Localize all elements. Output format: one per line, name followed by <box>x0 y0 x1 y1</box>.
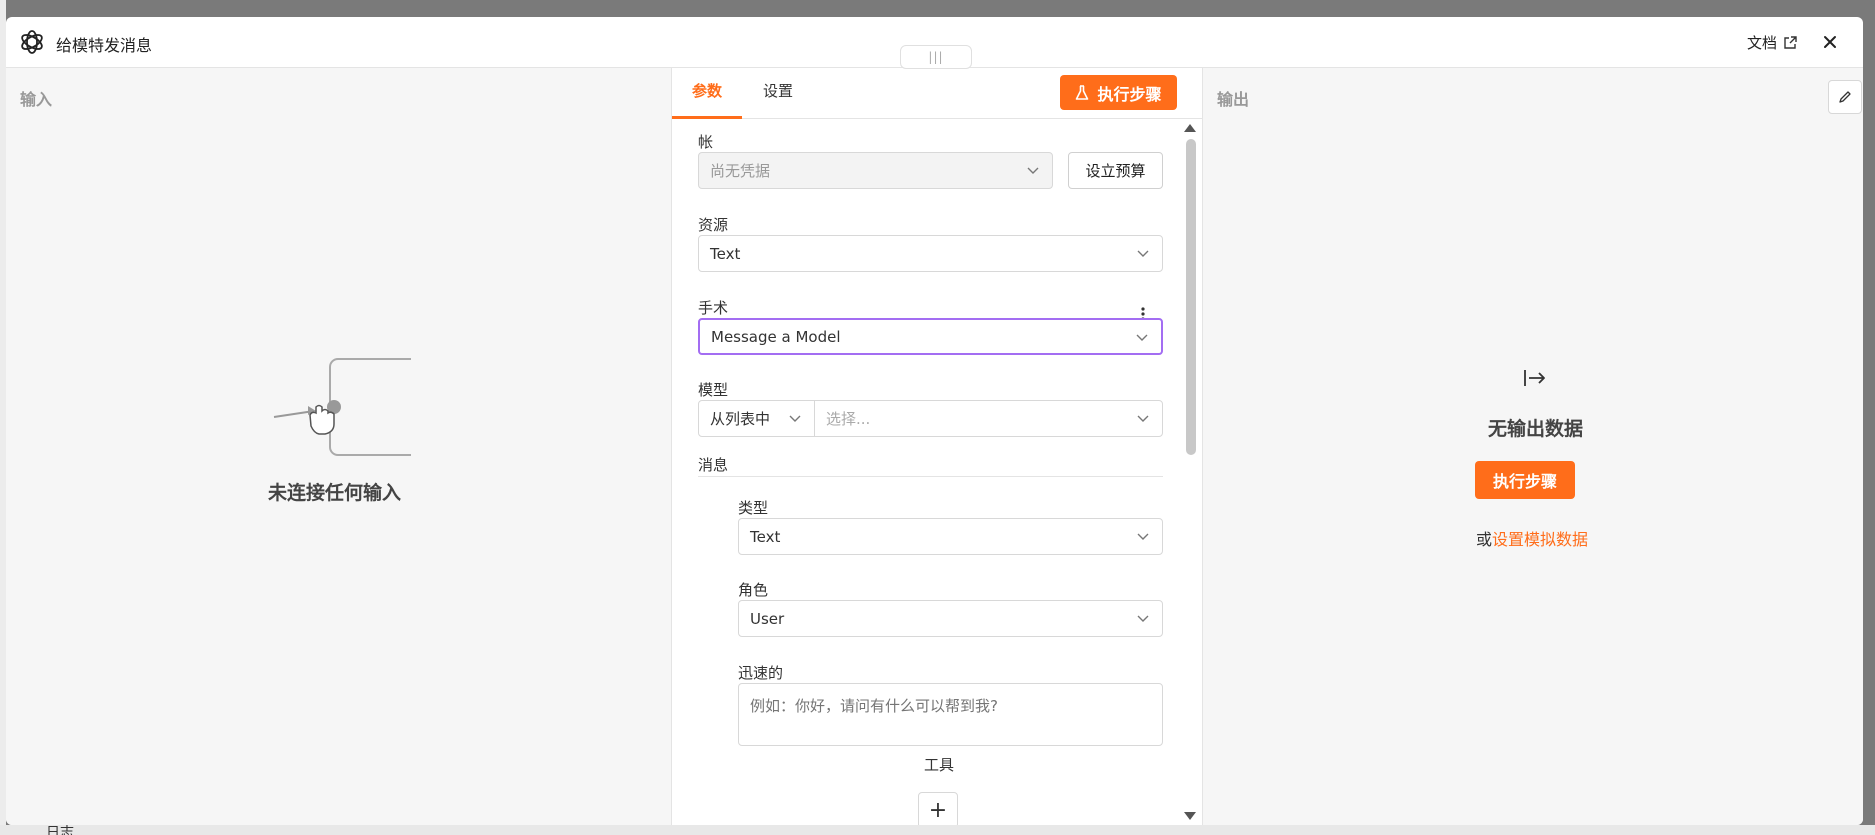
chevron-down-icon <box>1137 415 1149 422</box>
node-modal: 给模特发消息 文档 输入 未连接任何输入 参数 设置 执行步骤 帐 尚无凭据 设… <box>6 17 1863 825</box>
chevron-down-icon <box>1137 615 1149 622</box>
parameters-form: 帐 尚无凭据 设立预算 资源 Text 手术 Message a Model 模… <box>672 119 1202 825</box>
docs-link-label: 文档 <box>1746 34 1777 52</box>
execute-step-label: 执行步骤 <box>1097 84 1162 104</box>
input-panel: 输入 未连接任何输入 <box>6 68 672 825</box>
no-input-connector-icon <box>273 358 411 456</box>
docs-link[interactable]: 文档 <box>1747 32 1797 53</box>
output-panel: 输出 无输出数据 执行步骤 或设置模拟数据 <box>1202 68 1863 825</box>
operation-label: 手术 <box>698 299 729 317</box>
message-type-label: 类型 <box>738 499 769 517</box>
no-output-message: 无输出数据 <box>1488 418 1584 440</box>
resource-select[interactable]: Text <box>698 235 1163 272</box>
operation-select-value: Message a Model <box>711 327 841 346</box>
parameters-panel: 参数 设置 执行步骤 帐 尚无凭据 设立预算 资源 Text 手术 Messag… <box>672 68 1202 825</box>
openai-logo-icon <box>21 30 43 54</box>
model-select-placeholder: 选择... <box>826 410 871 428</box>
resource-select-value: Text <box>710 244 741 263</box>
message-role-value: User <box>750 609 785 628</box>
chevron-down-icon <box>789 415 801 422</box>
chevron-down-icon <box>1137 533 1149 540</box>
scroll-up-arrow[interactable] <box>1184 124 1196 132</box>
external-link-icon <box>1784 35 1797 49</box>
message-role-label: 角色 <box>738 581 769 599</box>
scroll-down-arrow[interactable] <box>1184 812 1196 820</box>
close-icon[interactable] <box>1819 31 1841 53</box>
tab-parameters[interactable]: 参数 <box>692 80 722 101</box>
model-mode-value: 从列表中 <box>710 410 771 428</box>
tab-settings[interactable]: 设置 <box>763 80 793 101</box>
panel-drag-handle[interactable]: ||| <box>900 45 972 69</box>
message-type-value: Text <box>750 527 781 546</box>
operation-select[interactable]: Message a Model <box>698 318 1163 355</box>
message-role-select[interactable]: User <box>738 600 1163 637</box>
resource-label: 资源 <box>698 216 729 234</box>
output-execute-step-button[interactable]: 执行步骤 <box>1475 461 1575 499</box>
model-mode-select[interactable]: 从列表中 <box>698 400 815 437</box>
modal-title: 给模特发消息 <box>56 36 153 55</box>
prompt-label: 迅速的 <box>738 664 784 682</box>
edit-output-button[interactable] <box>1828 80 1862 114</box>
add-tool-button[interactable]: + <box>918 792 958 825</box>
or-text: 或 <box>1476 530 1493 549</box>
scroll-thumb[interactable] <box>1186 139 1196 455</box>
model-label: 模型 <box>698 381 729 399</box>
tabs-bar: 参数 设置 执行步骤 <box>672 68 1202 119</box>
messages-label: 消息 <box>698 456 729 474</box>
chevron-down-icon <box>1027 167 1039 174</box>
no-input-message: 未连接任何输入 <box>268 482 402 504</box>
chevron-down-icon <box>1136 334 1148 341</box>
messages-divider <box>698 476 1163 477</box>
message-type-select[interactable]: Text <box>738 518 1163 555</box>
output-arrow-icon <box>1524 370 1545 386</box>
model-select[interactable]: 选择... <box>814 400 1163 437</box>
mock-data-line: 或设置模拟数据 <box>1476 526 1588 550</box>
tools-label: 工具 <box>924 756 955 774</box>
set-mock-data-link[interactable]: 设置模拟数据 <box>1492 530 1588 549</box>
parameters-scrollbar[interactable] <box>1181 119 1197 825</box>
account-select[interactable]: 尚无凭据 <box>698 152 1053 189</box>
account-select-value: 尚无凭据 <box>710 162 771 180</box>
set-budget-button[interactable]: 设立预算 <box>1068 152 1163 189</box>
chevron-down-icon <box>1137 250 1149 257</box>
input-panel-label: 输入 <box>20 90 53 109</box>
background-bottom <box>0 825 1875 835</box>
execute-step-button[interactable]: 执行步骤 <box>1060 75 1177 110</box>
pencil-icon <box>1839 91 1851 103</box>
output-panel-label: 输出 <box>1217 90 1250 109</box>
flask-icon <box>1076 84 1089 100</box>
prompt-input[interactable] <box>738 683 1163 746</box>
account-label: 帐 <box>698 133 714 151</box>
